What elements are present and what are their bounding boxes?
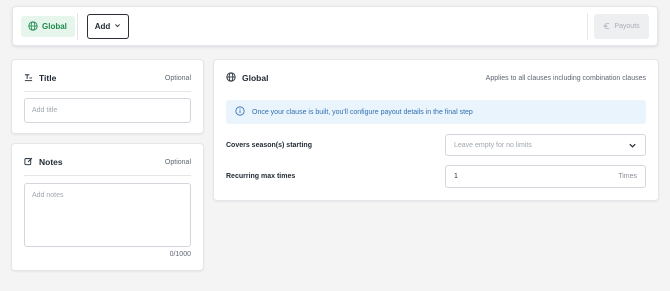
notes-card: Notes Optional Add notes 0/1000 — [11, 143, 204, 271]
add-button-label: Add — [94, 22, 111, 31]
notes-textarea[interactable]: Add notes — [24, 183, 191, 247]
global-settings-card: Global Applies to all clauses including … — [213, 59, 659, 201]
info-icon — [235, 106, 245, 118]
notes-char-counter: 0/1000 — [169, 251, 191, 258]
chevron-down-icon — [628, 141, 637, 150]
add-button[interactable]: Add — [87, 14, 129, 39]
global-tab[interactable]: Global — [21, 16, 75, 37]
global-tab-label: Global — [42, 22, 67, 31]
chevron-down-icon — [114, 22, 121, 31]
title-card: Title Optional Add title — [11, 59, 204, 134]
notes-optional-label: Optional — [164, 158, 191, 166]
title-input-placeholder: Add title — [32, 107, 58, 114]
global-card-heading: Global — [242, 73, 269, 83]
divider — [24, 91, 191, 92]
global-card-header: Global Applies to all clauses including … — [226, 68, 646, 88]
title-input[interactable]: Add title — [24, 98, 191, 123]
toolbar-divider — [77, 13, 78, 40]
payouts-button-label: Payouts — [614, 23, 640, 30]
payout-info-text: Once your clause is built, you'll config… — [252, 108, 473, 116]
notes-edit-icon — [24, 153, 33, 171]
globe-icon — [28, 20, 38, 33]
clause-toolbar: Global Add Payouts — [12, 6, 658, 46]
global-card-subtitle: Applies to all clauses including combina… — [485, 74, 646, 82]
title-optional-label: Optional — [164, 74, 191, 82]
notes-card-heading: Notes — [39, 157, 63, 167]
recurring-max-label: Recurring max times — [226, 173, 296, 180]
toolbar-divider — [587, 13, 588, 40]
covers-seasons-select[interactable]: Leave empty for no limits — [445, 134, 646, 156]
payout-info-banner: Once your clause is built, you'll config… — [226, 100, 646, 124]
covers-seasons-placeholder: Leave empty for no limits — [454, 141, 532, 149]
title-text-icon — [24, 69, 33, 87]
notes-textarea-placeholder: Add notes — [32, 192, 64, 199]
divider — [24, 175, 191, 176]
title-card-heading: Title — [39, 73, 57, 83]
title-card-header: Title Optional — [24, 68, 191, 88]
recurring-max-input[interactable]: 1 Times — [445, 165, 646, 188]
notes-card-header: Notes Optional — [24, 152, 191, 172]
recurring-max-unit: Times — [618, 173, 637, 180]
recurring-max-value: 1 — [454, 173, 458, 180]
globe-icon — [226, 69, 236, 87]
payouts-button[interactable]: Payouts — [594, 14, 649, 39]
covers-seasons-label: Covers season(s) starting — [226, 142, 312, 149]
euro-icon — [603, 22, 611, 32]
